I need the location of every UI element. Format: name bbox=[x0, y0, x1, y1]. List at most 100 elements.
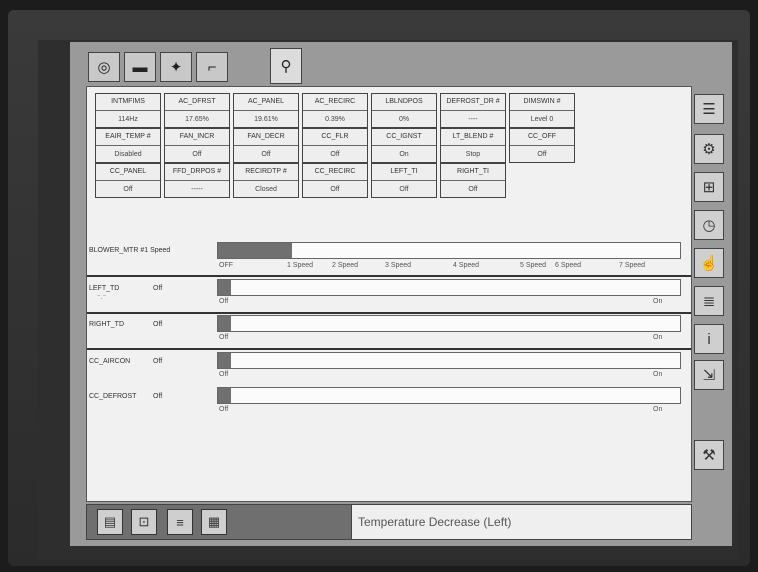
pid-cell[interactable]: FFD_DRPOS # ----- bbox=[164, 163, 230, 198]
output-state: Off bbox=[153, 321, 163, 328]
pid-value: ---- bbox=[468, 116, 478, 123]
page-button[interactable]: ▤ bbox=[97, 509, 123, 535]
tab-vehicle[interactable]: ▬ bbox=[124, 52, 156, 82]
tab-gauge[interactable]: ◎ bbox=[88, 52, 120, 82]
text-view-icon: ≡ bbox=[176, 514, 184, 530]
pid-cell[interactable]: FAN_INCR Off bbox=[164, 128, 230, 163]
graph-icon: ⊞ bbox=[702, 179, 716, 196]
output-label: RIGHT_TD bbox=[89, 321, 124, 328]
camera-button[interactable]: ⚙ bbox=[694, 134, 724, 164]
page-icon: ▤ bbox=[103, 514, 117, 529]
pid-cell[interactable]: INTMFIMS 114Hz bbox=[95, 93, 161, 128]
pid-name: DEFROST_DR # bbox=[441, 94, 505, 111]
blower-tick-label: 6 Speed bbox=[555, 262, 582, 269]
pid-cell[interactable]: AC_RECIRC 0.39% bbox=[302, 93, 368, 128]
pid-value: 19.61% bbox=[254, 116, 278, 123]
pid-name: CC_IGNST bbox=[372, 129, 436, 146]
pid-name: DIMSWIN # bbox=[510, 94, 574, 111]
output-row: RIGHT_TD Off Off On bbox=[87, 315, 691, 349]
pid-value: 0.39% bbox=[325, 116, 345, 123]
magnifier-icon: ⚲ bbox=[280, 58, 292, 75]
blower-label: BLOWER_MTR #1 Speed bbox=[89, 247, 171, 254]
output-bar-fill bbox=[218, 316, 231, 331]
pid-cell[interactable]: LBLNDPOS 0% bbox=[371, 93, 437, 128]
text-view-button[interactable]: ≡ bbox=[167, 509, 193, 535]
output-label: CC_DEFROST bbox=[89, 393, 137, 400]
hand-select-button[interactable]: ☝ bbox=[694, 248, 724, 278]
pid-content-panel: INTMFIMS 114Hz AC_DFRST 17.65% AC_PANEL 19.61… bbox=[86, 86, 692, 502]
output-bar bbox=[217, 352, 681, 369]
list-button[interactable]: ☰ bbox=[694, 94, 724, 124]
info-button[interactable]: i bbox=[694, 324, 724, 354]
pid-cell[interactable]: CC_PANEL Off bbox=[95, 163, 161, 198]
pid-cell[interactable]: LT_BLEND # Stop bbox=[440, 128, 506, 163]
pid-name: CC_OFF bbox=[510, 129, 574, 146]
tools-button[interactable]: ⚒ bbox=[694, 440, 724, 470]
output-min-label: Off bbox=[219, 298, 229, 305]
pid-name: CC_RECIRC bbox=[303, 164, 367, 181]
probe-icon: ⌐ bbox=[207, 58, 217, 76]
rows-button[interactable]: ≣ bbox=[694, 286, 724, 316]
zoom-button[interactable]: ⊡ bbox=[131, 509, 157, 535]
tools-icon: ⚒ bbox=[702, 447, 716, 464]
tab-probe[interactable]: ⌐ bbox=[196, 52, 228, 82]
pid-value: Disabled bbox=[114, 151, 142, 158]
pid-cell[interactable]: CC_IGNST On bbox=[371, 128, 437, 163]
pid-name: CC_FLR bbox=[303, 129, 367, 146]
output-state: Off bbox=[153, 285, 163, 292]
table-view-button[interactable]: ▦ bbox=[201, 509, 227, 535]
pid-cell[interactable]: CC_RECIRC Off bbox=[302, 163, 368, 198]
scan-tool-screen: ◎ ▬ ✦ ⌐ ⚲ INTMFIMS 114Hz AC_DFRST 17.65% AC_… bbox=[70, 42, 732, 546]
tab-engine[interactable]: ✦ bbox=[160, 52, 192, 82]
stopwatch-button[interactable]: ◷ bbox=[694, 210, 724, 240]
blower-tick-label: 1 Speed bbox=[287, 262, 314, 269]
pid-name: RECIRDTP # bbox=[234, 164, 298, 181]
pid-cell[interactable]: FAN_DECR Off bbox=[233, 128, 299, 163]
output-bar-fill bbox=[218, 353, 231, 368]
pid-cell[interactable]: AC_PANEL 19.61% bbox=[233, 93, 299, 128]
engine-icon: ✦ bbox=[169, 59, 183, 76]
pid-value: Off bbox=[537, 151, 547, 158]
list-icon: ☰ bbox=[702, 101, 716, 118]
output-sub-marker: ⁻.⁻ bbox=[97, 294, 107, 301]
car-icon: ▬ bbox=[132, 58, 148, 76]
pid-value: 0% bbox=[398, 116, 410, 123]
export-button[interactable]: ⇲ bbox=[694, 360, 724, 390]
info-icon: i bbox=[707, 330, 711, 348]
pid-cell[interactable]: LEFT_TI Off bbox=[371, 163, 437, 198]
rows-icon: ≣ bbox=[702, 293, 716, 310]
output-scale: Off On bbox=[217, 334, 681, 344]
separator bbox=[87, 312, 691, 314]
pid-value: Off bbox=[123, 186, 133, 193]
output-min-label: Off bbox=[219, 371, 229, 378]
output-bar-fill bbox=[218, 280, 231, 295]
pid-name: LEFT_TI bbox=[372, 164, 436, 181]
pid-value: Off bbox=[399, 186, 409, 193]
separator bbox=[87, 348, 691, 350]
pid-value: On bbox=[399, 151, 409, 158]
pid-cell[interactable]: AC_DFRST 17.65% bbox=[164, 93, 230, 128]
pid-cell[interactable]: CC_OFF Off bbox=[509, 128, 575, 163]
pid-name: FFD_DRPOS # bbox=[165, 164, 229, 181]
bottom-toolbar: ▤ ⊡ ≡ ▦ Temperature Decrease (Left) bbox=[86, 504, 692, 540]
pid-value: Off bbox=[192, 151, 202, 158]
pid-value: Off bbox=[330, 186, 340, 193]
tab-data-view[interactable]: ⚲ bbox=[270, 48, 302, 84]
blower-tick-label: 5 Speed bbox=[520, 262, 547, 269]
pid-cell[interactable]: DEFROST_DR # ---- bbox=[440, 93, 506, 128]
blower-tick-label: 4 Speed bbox=[453, 262, 480, 269]
blower-tick-label: OFF bbox=[219, 262, 233, 269]
pid-cell[interactable]: RECIRDTP # Closed bbox=[233, 163, 299, 198]
graph-button[interactable]: ⊞ bbox=[694, 172, 724, 202]
pid-value: Off bbox=[330, 151, 340, 158]
pid-value: 114Hz bbox=[118, 116, 138, 123]
blower-speed-bar bbox=[217, 242, 681, 259]
pid-cell[interactable]: CC_FLR Off bbox=[302, 128, 368, 163]
pid-cell[interactable]: EAIR_TEMP # Disabled bbox=[95, 128, 161, 163]
pid-cell[interactable]: RIGHT_TI Off bbox=[440, 163, 506, 198]
zoom-icon: ⊡ bbox=[138, 514, 150, 529]
pid-cell[interactable]: DIMSWIN # Level 0 bbox=[509, 93, 575, 128]
output-bar bbox=[217, 279, 681, 296]
hand-select-icon: ☝ bbox=[699, 255, 719, 272]
pid-value: ----- bbox=[191, 186, 203, 193]
